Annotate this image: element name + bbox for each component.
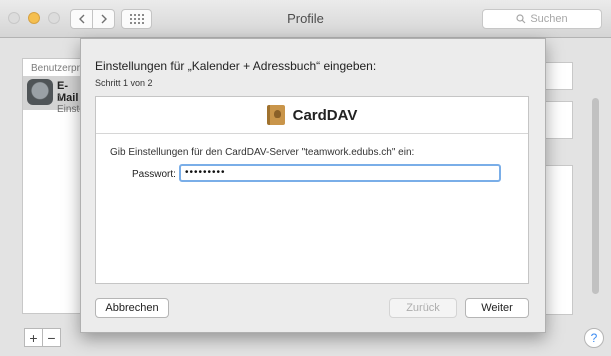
settings-prompt: Gib Einstellungen für den CardDAV-Server… (110, 147, 415, 158)
remove-button[interactable]: − (42, 329, 60, 346)
cancel-button[interactable]: Abbrechen (95, 298, 169, 318)
chevron-left-icon (78, 14, 84, 24)
list-item[interactable]: E-Mail 1 Einstellung (23, 76, 106, 115)
gear-icon (27, 79, 53, 105)
scrollbar[interactable] (592, 98, 599, 294)
detail-box (545, 101, 573, 139)
settings-panel: CardDAV Gib Einstellungen für den CardDA… (95, 96, 529, 284)
zoom-button[interactable] (48, 12, 60, 24)
contacts-icon (266, 105, 285, 125)
profiles-list[interactable]: Benutzerprofile E-Mail 1 Einstellung (22, 58, 106, 314)
search-field[interactable]: Suchen (482, 9, 602, 29)
close-button[interactable] (8, 12, 20, 24)
grid-icon (129, 14, 144, 24)
minimize-button[interactable] (28, 12, 40, 24)
service-header: CardDAV (96, 97, 528, 134)
help-button[interactable]: ? (584, 328, 604, 348)
chevron-right-icon (101, 14, 107, 24)
settings-sheet: Einstellungen für „Kalender + Adressbuch… (80, 38, 546, 333)
search-icon (516, 14, 526, 24)
back-step-button[interactable]: Zurück (389, 298, 457, 318)
detail-box (545, 62, 573, 90)
forward-button[interactable] (92, 9, 115, 29)
sheet-title: Einstellungen für „Kalender + Adressbuch… (95, 59, 377, 73)
show-all-button[interactable] (121, 9, 152, 29)
add-button[interactable]: + (25, 329, 42, 346)
add-remove-control: + − (24, 328, 61, 347)
step-indicator: Schritt 1 von 2 (95, 78, 153, 88)
search-placeholder: Suchen (530, 13, 568, 25)
password-label: Passwort: (132, 169, 176, 180)
password-field[interactable]: ••••••••• (179, 164, 501, 182)
back-button[interactable] (70, 9, 93, 29)
service-name: CardDAV (292, 106, 358, 124)
detail-box (545, 165, 573, 315)
title-bar: Profile Suchen (0, 0, 611, 38)
next-button[interactable]: Weiter (465, 298, 529, 318)
